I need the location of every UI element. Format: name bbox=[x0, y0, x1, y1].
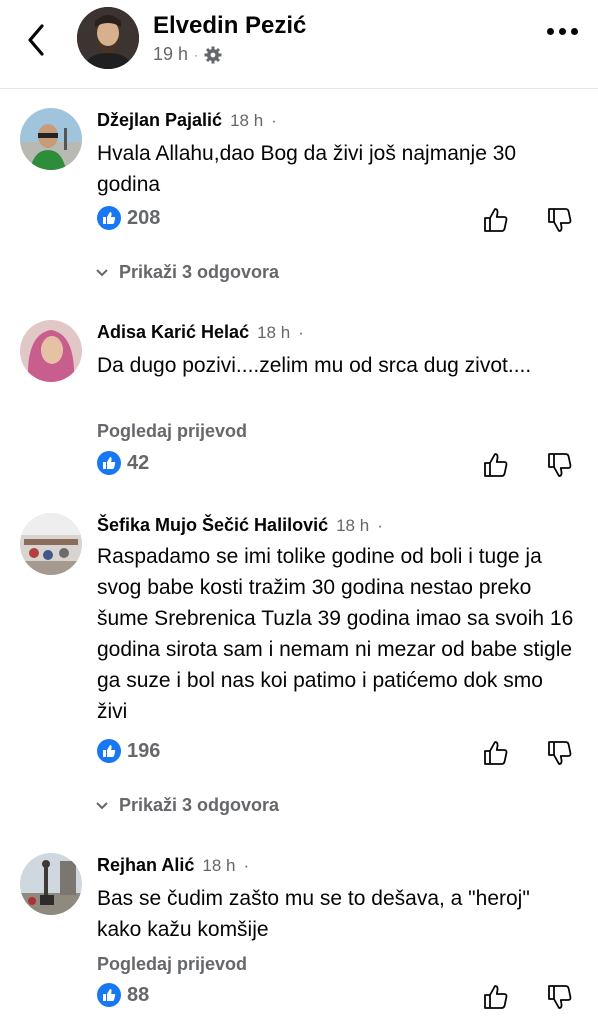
reaction-summary[interactable]: 88 bbox=[97, 983, 149, 1007]
comment-text: Da dugo pozivi....zelim mu od srca dug z… bbox=[97, 354, 532, 377]
thumbs-down-icon[interactable] bbox=[547, 984, 573, 1010]
author-name[interactable]: Elvedin Pezić bbox=[153, 12, 306, 40]
like-count: 42 bbox=[127, 451, 150, 474]
see-translation-link[interactable]: Pogledaj prijevod bbox=[97, 954, 247, 975]
comment-time: 18 h bbox=[336, 516, 370, 535]
thumbs-up-icon[interactable] bbox=[483, 984, 509, 1010]
meta-separator: · bbox=[194, 47, 199, 62]
commenter-name[interactable]: Šefika Mujo Šečić Halilović bbox=[97, 515, 328, 536]
view-replies-button[interactable]: Prikaži 3 odgovora bbox=[95, 262, 279, 283]
more-icon-dot bbox=[547, 28, 554, 35]
see-translation-link[interactable]: Pogledaj prijevod bbox=[97, 421, 247, 442]
more-icon-dot bbox=[571, 28, 578, 35]
comment-time-separator: · bbox=[298, 323, 304, 342]
comment-time-separator: · bbox=[271, 111, 277, 130]
thumbs-down-icon[interactable] bbox=[547, 740, 573, 766]
chevron-down-icon bbox=[96, 268, 108, 276]
like-icon bbox=[97, 739, 121, 763]
like-count: 196 bbox=[127, 739, 161, 762]
reaction-summary[interactable]: 196 bbox=[97, 739, 160, 763]
thumbs-up-icon[interactable] bbox=[483, 452, 509, 478]
post-header: Elvedin Pezić 19 h · bbox=[0, 0, 598, 89]
thumbs-up-icon[interactable] bbox=[483, 740, 509, 766]
comment-time: 18 h bbox=[230, 111, 264, 130]
more-icon-dot bbox=[559, 28, 566, 35]
comment-text: Hvala Allahu,dao Bog da živi još najmanj… bbox=[97, 142, 517, 196]
commenter-avatar[interactable] bbox=[20, 108, 82, 170]
thumbs-up-icon[interactable] bbox=[483, 207, 509, 233]
comment-time: 18 h bbox=[257, 323, 291, 342]
like-icon bbox=[97, 206, 121, 230]
commenter-name[interactable]: Džejlan Pajalić bbox=[97, 110, 222, 131]
view-replies-label: Prikaži 3 odgovora bbox=[119, 795, 280, 815]
thumbs-down-icon[interactable] bbox=[547, 452, 573, 478]
post-meta: 19 h · bbox=[153, 44, 222, 65]
comment-time-separator: · bbox=[243, 856, 250, 875]
reaction-summary[interactable]: 42 bbox=[97, 451, 149, 475]
commenter-name[interactable]: Rejhan Alić bbox=[97, 855, 194, 876]
like-count: 208 bbox=[127, 206, 161, 229]
like-icon bbox=[97, 451, 121, 475]
more-options-button[interactable] bbox=[547, 28, 578, 35]
like-count: 88 bbox=[127, 983, 150, 1006]
reaction-summary[interactable]: 208 bbox=[97, 206, 160, 230]
chevron-left-icon bbox=[28, 24, 44, 56]
comment-time: 18 h bbox=[202, 856, 236, 875]
comment-text: Raspadamo se imi tolike godine od boli i… bbox=[97, 545, 574, 723]
commenter-name[interactable]: Adisa Karić Helać bbox=[97, 322, 249, 343]
view-replies-label: Prikaži 3 odgovora bbox=[119, 262, 280, 282]
like-icon bbox=[97, 983, 121, 1007]
commenter-avatar[interactable] bbox=[20, 513, 82, 575]
gear-icon bbox=[204, 46, 222, 63]
thumbs-down-icon[interactable] bbox=[547, 207, 573, 233]
author-avatar[interactable] bbox=[77, 7, 139, 69]
chevron-down-icon bbox=[96, 801, 108, 809]
comment-text: Bas se čudim zašto mu se to dešava, a "h… bbox=[97, 887, 530, 941]
back-button[interactable] bbox=[22, 22, 52, 58]
post-time: 19 h bbox=[153, 44, 189, 64]
view-replies-button[interactable]: Prikaži 3 odgovora bbox=[95, 795, 279, 816]
commenter-avatar[interactable] bbox=[20, 320, 82, 382]
comment-time-separator: · bbox=[377, 516, 383, 535]
commenter-avatar[interactable] bbox=[20, 853, 82, 915]
